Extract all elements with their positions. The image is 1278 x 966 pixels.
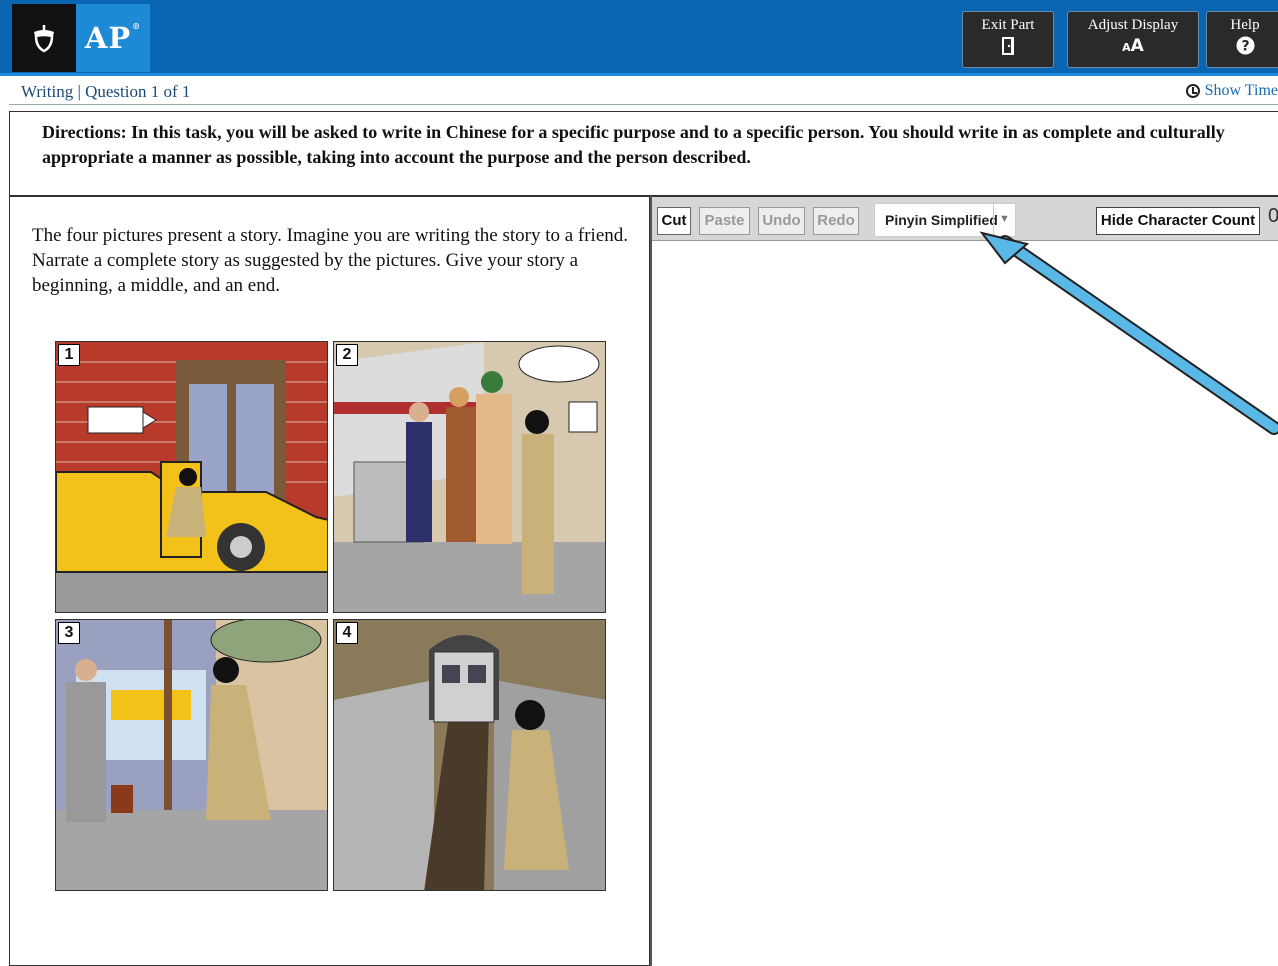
input-method-select[interactable]: Pinyin Simplified ▼ bbox=[874, 203, 1016, 237]
svg-text:?: ? bbox=[1241, 39, 1249, 55]
stimulus-pane: The four pictures present a story. Imagi… bbox=[9, 196, 650, 966]
hide-character-count-button[interactable]: Hide Character Count bbox=[1096, 207, 1260, 235]
input-method-label: Pinyin Simplified bbox=[885, 212, 998, 228]
story-panel-4: 4 bbox=[333, 619, 606, 891]
exit-part-button[interactable]: Exit Part bbox=[962, 11, 1054, 68]
prompt-text: The four pictures present a story. Imagi… bbox=[32, 225, 629, 296]
status-bar: Writing | Question 1 of 1 Show Time bbox=[9, 79, 1278, 105]
directions-text: Directions: In this task, you will be as… bbox=[9, 111, 1278, 196]
door-icon bbox=[963, 36, 1053, 61]
redo-button[interactable]: Redo bbox=[813, 207, 859, 235]
panel-number: 3 bbox=[58, 622, 80, 644]
cut-button[interactable]: Cut bbox=[657, 207, 691, 235]
clock-icon bbox=[1185, 84, 1200, 98]
exit-part-label: Exit Part bbox=[981, 17, 1035, 33]
panel-3-illustration bbox=[56, 620, 327, 890]
panel-1-illustration bbox=[56, 342, 327, 612]
chevron-down-icon[interactable]: ▼ bbox=[993, 204, 1015, 236]
breadcrumb: Writing | Question 1 of 1 bbox=[21, 82, 191, 101]
show-time-label: Show Time bbox=[1204, 82, 1278, 99]
response-pane: Cut Paste Undo Redo Pinyin Simplified ▼ … bbox=[652, 196, 1278, 966]
text-size-icon: AA bbox=[1122, 36, 1144, 56]
ap-logo: AP® bbox=[76, 4, 150, 72]
acorn-icon bbox=[34, 25, 54, 53]
show-time-button[interactable]: Show Time bbox=[1185, 82, 1278, 100]
panel-4-illustration bbox=[334, 620, 605, 890]
ap-logo-text: AP® bbox=[84, 21, 142, 55]
response-text-area[interactable] bbox=[652, 242, 1278, 966]
help-icon: ? bbox=[1207, 36, 1278, 60]
story-panel-2: 2 bbox=[333, 341, 606, 613]
adjust-display-label: Adjust Display bbox=[1087, 17, 1179, 33]
story-panel-3: 3 bbox=[55, 619, 328, 891]
panel-number: 1 bbox=[58, 344, 80, 366]
help-button[interactable]: Help ? bbox=[1206, 11, 1278, 68]
panel-2-illustration bbox=[334, 342, 605, 612]
editor-toolbar: Cut Paste Undo Redo Pinyin Simplified ▼ … bbox=[652, 197, 1278, 241]
panel-number: 4 bbox=[336, 622, 358, 644]
paste-button[interactable]: Paste bbox=[699, 207, 750, 235]
story-panel-1: 1 bbox=[55, 341, 328, 613]
college-board-logo bbox=[12, 4, 76, 72]
help-label: Help bbox=[1230, 17, 1260, 33]
top-bar: AP® Exit Part Adjust Display AA Help ? bbox=[0, 0, 1278, 76]
character-count: 0 bbox=[1268, 205, 1278, 227]
adjust-display-button[interactable]: Adjust Display AA bbox=[1067, 11, 1199, 68]
panel-number: 2 bbox=[336, 344, 358, 366]
undo-button[interactable]: Undo bbox=[758, 207, 805, 235]
